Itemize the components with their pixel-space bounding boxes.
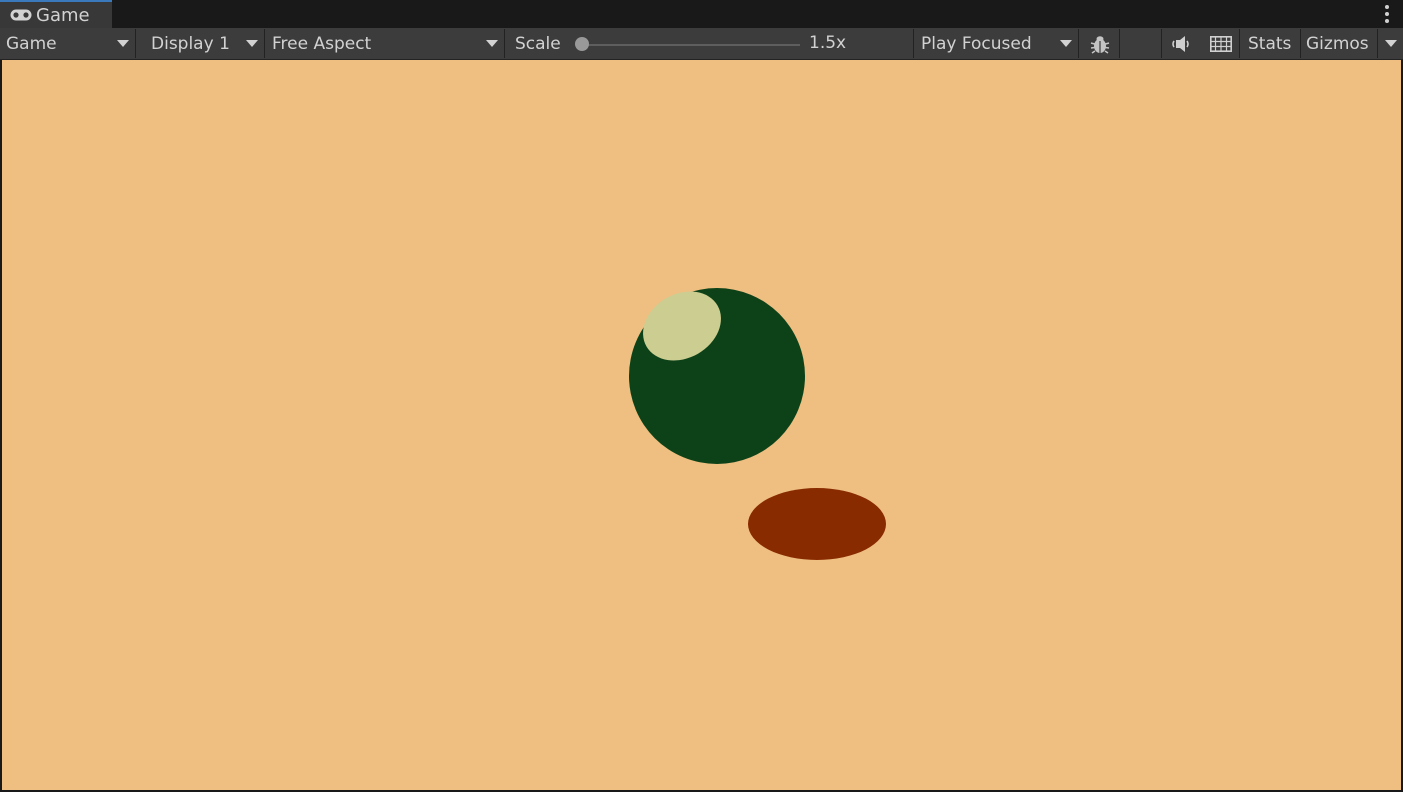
play-mode-dropdown[interactable]: Play Focused [915,29,1079,58]
gamepad-icon [10,8,32,22]
stats-label: Stats [1248,33,1292,54]
tab-bar: Game [0,0,1403,28]
game-viewport[interactable] [2,60,1401,790]
more-options-icon[interactable] [1385,5,1389,23]
stats-button[interactable]: Stats [1241,29,1301,58]
keyboard-icon [1209,35,1232,52]
chevron-down-icon [486,40,498,47]
chevron-down-icon [1060,40,1072,47]
bug-icon [1090,35,1109,54]
tab-game-label: Game [36,4,90,26]
debug-button[interactable] [1080,29,1119,58]
scale-slider-handle[interactable] [575,37,589,51]
view-mode-dropdown[interactable]: Game [0,29,136,58]
mute-audio-button[interactable] [1163,29,1201,58]
empty-toolbar-field[interactable] [1119,29,1162,58]
gizmos-button[interactable]: Gizmos [1302,29,1378,58]
game-window: Game Game Display 1 Free Aspect Scale 1.… [0,0,1403,792]
chevron-down-icon [1385,40,1397,47]
display-dropdown[interactable]: Display 1 [137,29,265,58]
play-mode-label: Play Focused [921,33,1032,54]
chevron-down-icon [246,40,258,47]
chevron-down-icon [117,40,129,47]
scale-label: Scale [515,33,561,54]
sphere-shadow [748,488,886,560]
scale-slider-track[interactable] [582,44,800,46]
gizmos-dropdown[interactable] [1378,29,1403,58]
game-scene [629,288,886,560]
view-mode-label: Game [6,33,57,54]
tab-game[interactable]: Game [0,0,112,28]
aspect-dropdown[interactable]: Free Aspect [266,29,505,58]
scale-value: 1.5x [809,33,847,53]
aspect-label: Free Aspect [272,33,372,54]
display-label: Display 1 [151,33,230,54]
gizmos-label: Gizmos [1306,33,1369,54]
keyboard-shortcuts-button[interactable] [1202,29,1240,58]
speaker-icon [1172,35,1189,52]
